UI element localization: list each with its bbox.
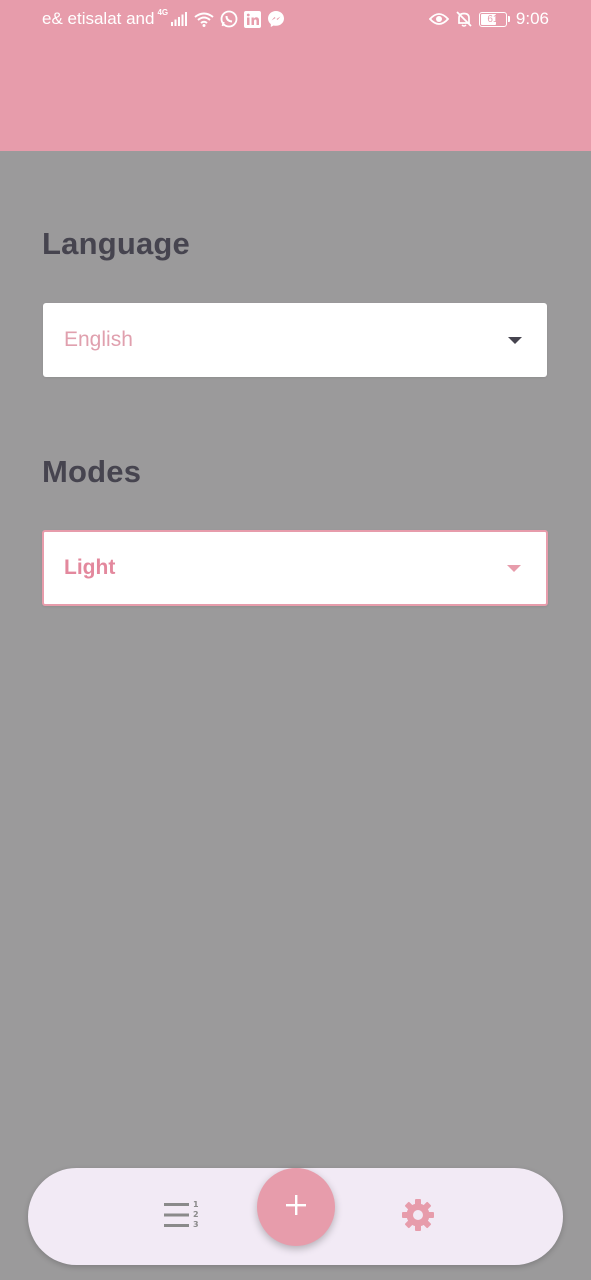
language-selected-value: English — [64, 328, 133, 351]
messenger-icon — [267, 10, 285, 28]
notifications-off-icon — [455, 10, 473, 28]
svg-text:3: 3 — [193, 1220, 199, 1229]
add-icon — [284, 1193, 308, 1222]
status-bar-right: 61 9:06 — [428, 9, 549, 29]
eye-comfort-icon — [428, 12, 449, 26]
status-time: 9:06 — [515, 9, 549, 28]
chevron-down-icon — [508, 337, 522, 344]
battery-level: 61 — [487, 13, 499, 25]
nav-settings-button[interactable] — [394, 1196, 442, 1238]
language-dropdown[interactable]: English — [43, 303, 547, 377]
settings-gear-icon — [400, 1197, 436, 1238]
modes-title: Modes — [42, 454, 142, 489]
battery-icon: 61 — [478, 11, 510, 27]
svg-text:1: 1 — [193, 1200, 199, 1209]
status-bar-left: e& etisalat and 4G — [42, 7, 285, 29]
numbered-list-icon: 1 2 3 — [164, 1199, 202, 1236]
signal-icon — [171, 12, 188, 26]
modes-dropdown[interactable]: Light — [42, 530, 548, 606]
nav-list-button[interactable]: 1 2 3 — [158, 1196, 208, 1238]
carrier-name: e& etisalat and — [42, 9, 155, 28]
linkedin-icon — [244, 10, 262, 28]
modes-selected-value: Light — [64, 556, 116, 579]
wifi-icon — [194, 12, 214, 27]
status-bar: e& etisalat and 4G 61 9:06 — [0, 0, 591, 40]
language-title: Language — [42, 226, 191, 261]
network-type: 4G — [157, 7, 169, 17]
add-button[interactable] — [257, 1168, 335, 1246]
chevron-down-icon — [507, 565, 521, 572]
whatsapp-icon — [220, 10, 238, 28]
svg-text:2: 2 — [193, 1210, 199, 1219]
